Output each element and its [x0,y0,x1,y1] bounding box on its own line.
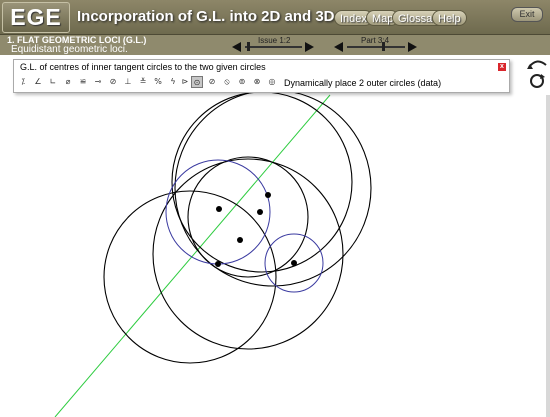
part-slider-thumb[interactable] [382,42,385,51]
given-circle-1[interactable] [165,159,271,265]
hyperbola-icon[interactable]: ϟ [167,76,179,88]
panel-status: Dynamically place 2 outer circles (data) [284,78,442,88]
parabola-icon[interactable]: ≚ [137,76,149,88]
app-title: Incorporation of G.L. into 2D and 3D CAD [77,8,372,25]
part-next-icon[interactable] [408,42,417,52]
issue-slider-thumb[interactable] [247,42,250,51]
centre-point[interactable] [291,260,297,266]
issue-track[interactable] [245,46,302,48]
outer-tangent-icon[interactable]: ⦸ [221,76,233,88]
tangent-icon[interactable]: ⌀ [62,76,74,88]
circle-line-icon[interactable]: ⊸ [92,76,104,88]
part-track[interactable] [347,46,405,48]
angle-icon[interactable]: ∠ [32,76,44,88]
close-icon[interactable]: x [498,63,506,71]
exit-button[interactable]: Exit [511,7,543,22]
concentric-icon[interactable]: ◎ [266,76,278,88]
title-bar: EGE Incorporation of G.L. into 2D and 3D… [0,0,550,35]
ellipse-line-icon[interactable]: % [152,76,164,88]
right-frame [546,95,550,417]
panel-title: G.L. of centres of inner tangent circles… [20,62,266,72]
centre-point[interactable] [215,261,221,267]
rotate-controls[interactable] [524,55,550,93]
angle-bisector-icon[interactable]: ∟ [47,76,59,88]
locus-line [54,94,331,417]
intersect-circles-icon[interactable]: ⊗ [251,76,263,88]
circle-base-icon[interactable]: ⊥ [122,76,134,88]
rotate-arc-icon[interactable] [528,60,547,68]
circle-tangent-icon[interactable]: ⊘ [107,76,119,88]
app-logo: EGE [2,2,70,33]
part-prev-icon[interactable] [334,42,343,52]
angle-tool-icon[interactable]: ⊳ [179,76,191,88]
three-circles-icon[interactable]: ⊚ [236,76,248,88]
issue-prev-icon[interactable] [232,42,241,52]
tool-panel: G.L. of centres of inner tangent circles… [13,59,510,93]
ratio-icon[interactable]: ⁒ [17,76,29,88]
section-subheading: Equidistant geometric loci. [11,44,128,55]
centre-point[interactable] [257,209,263,215]
issue-next-icon[interactable] [305,42,314,52]
help-button[interactable]: Help [432,10,467,26]
inner-tangent-icon[interactable]: ⊘ [206,76,218,88]
centre-point[interactable] [216,206,222,212]
two-circles-icon[interactable]: ⊙ [191,76,203,88]
parallel-lines-icon[interactable]: ≌ [77,76,89,88]
issue-label: Issue 1:2 [258,36,291,45]
centre-point[interactable] [237,237,243,243]
centre-point[interactable] [265,192,271,198]
